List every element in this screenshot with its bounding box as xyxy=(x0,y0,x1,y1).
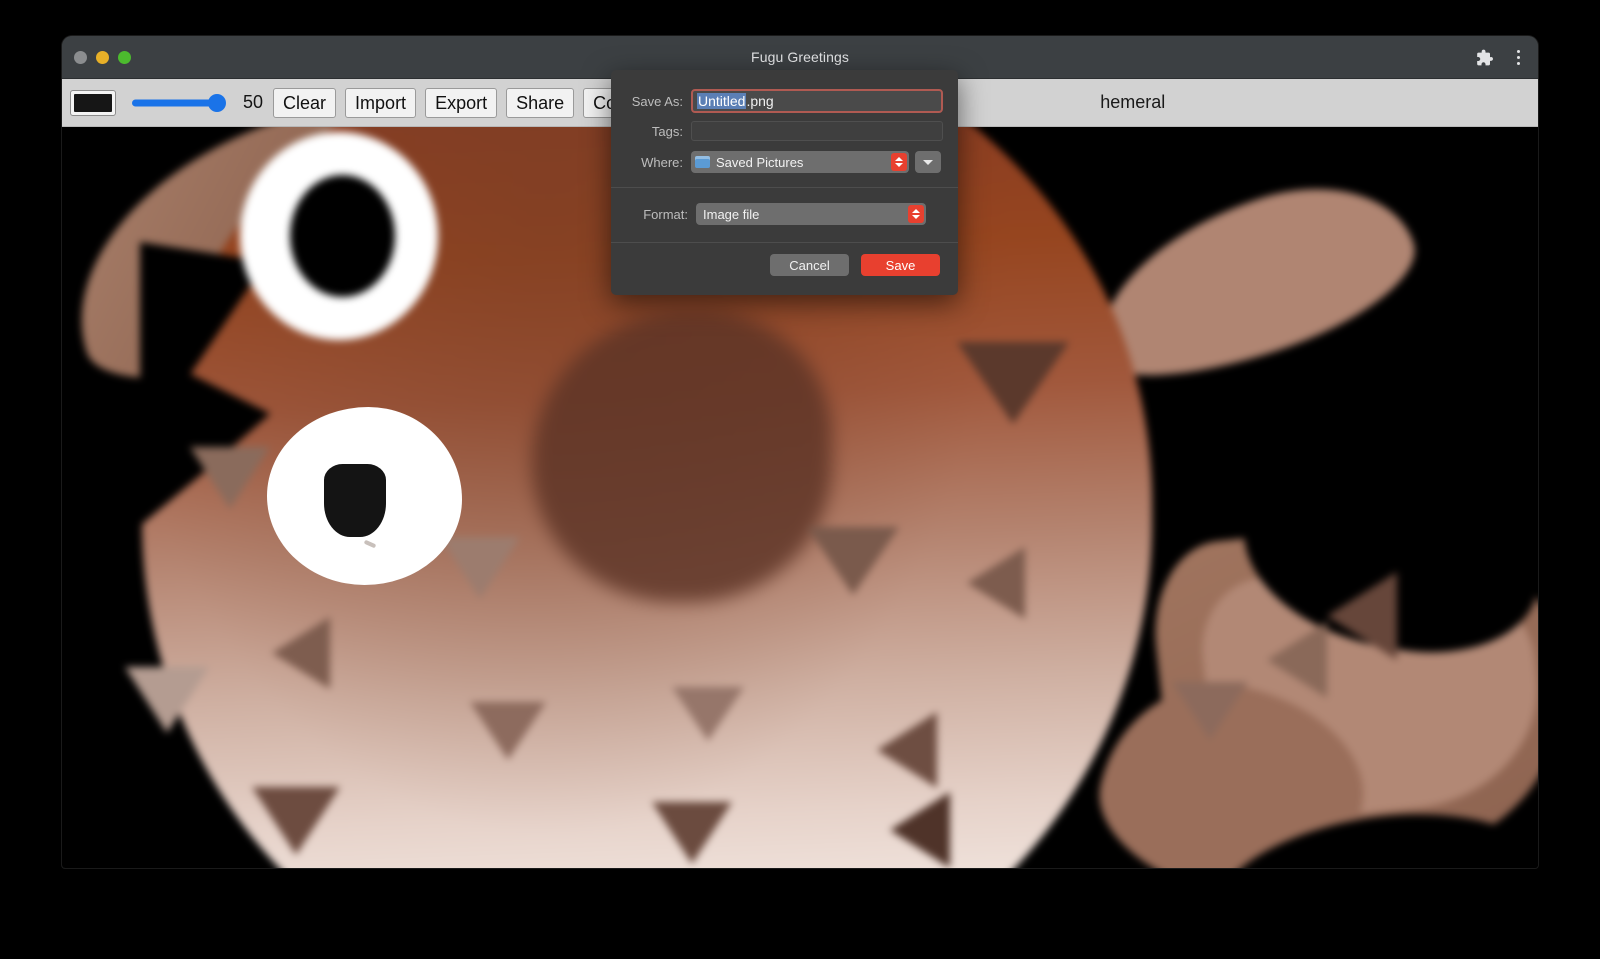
dialog-divider-top xyxy=(611,187,958,188)
fish-pupil-upper xyxy=(290,175,395,297)
chevron-up-icon xyxy=(895,157,903,161)
where-select[interactable]: Saved Pictures xyxy=(691,151,909,173)
spike xyxy=(1327,572,1397,660)
spike xyxy=(890,792,950,868)
spike xyxy=(877,712,937,788)
spike xyxy=(1172,682,1248,740)
spike xyxy=(967,547,1025,619)
spike xyxy=(807,527,899,595)
save-file-dialog: Save As: Untitled.png Tags: Where: Saved… xyxy=(611,70,958,295)
puzzle-piece-icon[interactable] xyxy=(1474,48,1494,68)
brush-size-slider[interactable] xyxy=(132,90,224,116)
cancel-button[interactable]: Cancel xyxy=(770,254,849,276)
spike xyxy=(957,342,1069,424)
spike xyxy=(652,802,732,864)
dialog-actions: Cancel Save xyxy=(770,254,940,276)
slider-value-label: 50 xyxy=(243,92,263,113)
format-select[interactable]: Image file xyxy=(696,203,926,225)
chevron-down-icon xyxy=(912,215,920,219)
folder-icon xyxy=(695,156,710,168)
filename-extension-text: .png xyxy=(746,93,773,109)
save-as-row: Save As: Untitled.png xyxy=(611,88,958,114)
save-button[interactable]: Save xyxy=(861,254,940,276)
spike xyxy=(440,537,520,599)
drawn-eye-pupil xyxy=(324,464,386,537)
where-value: Saved Pictures xyxy=(716,155,803,170)
share-button[interactable]: Share xyxy=(506,88,574,118)
where-row: Where: Saved Pictures xyxy=(611,150,958,174)
tags-input[interactable] xyxy=(691,121,943,141)
spike xyxy=(470,702,546,760)
chevron-down-icon xyxy=(895,163,903,167)
save-as-label: Save As: xyxy=(611,94,683,109)
export-button[interactable]: Export xyxy=(425,88,497,118)
kebab-menu-icon[interactable] xyxy=(1508,48,1528,68)
chevron-down-icon xyxy=(923,160,933,165)
titlebar-actions xyxy=(1474,36,1528,79)
chevron-up-icon xyxy=(912,209,920,213)
spike xyxy=(272,617,330,689)
tags-label: Tags: xyxy=(611,124,683,139)
format-row: Format: Image file xyxy=(611,202,958,226)
dialog-divider-bottom xyxy=(611,242,958,243)
color-picker-swatch[interactable] xyxy=(70,90,116,116)
format-value: Image file xyxy=(703,207,759,222)
color-swatch-fill xyxy=(74,94,112,112)
screen-root: Fugu Greetings 50 Clear Import xyxy=(0,0,1600,959)
filename-selected-text: Untitled xyxy=(697,93,746,109)
slider-thumb[interactable] xyxy=(208,94,226,112)
format-label: Format: xyxy=(611,207,688,222)
spike xyxy=(125,667,209,733)
ephemeral-label: hemeral xyxy=(1100,92,1165,113)
where-stepper[interactable] xyxy=(891,153,907,171)
spike xyxy=(1267,622,1327,698)
tags-row: Tags: xyxy=(611,120,958,142)
clear-button[interactable]: Clear xyxy=(273,88,336,118)
save-as-input[interactable]: Untitled.png xyxy=(691,89,943,113)
spike xyxy=(252,787,340,855)
import-button[interactable]: Import xyxy=(345,88,416,118)
where-label: Where: xyxy=(611,155,683,170)
spike xyxy=(190,447,270,509)
spike xyxy=(672,687,744,741)
format-stepper[interactable] xyxy=(908,205,924,223)
where-expand-button[interactable] xyxy=(915,151,941,173)
